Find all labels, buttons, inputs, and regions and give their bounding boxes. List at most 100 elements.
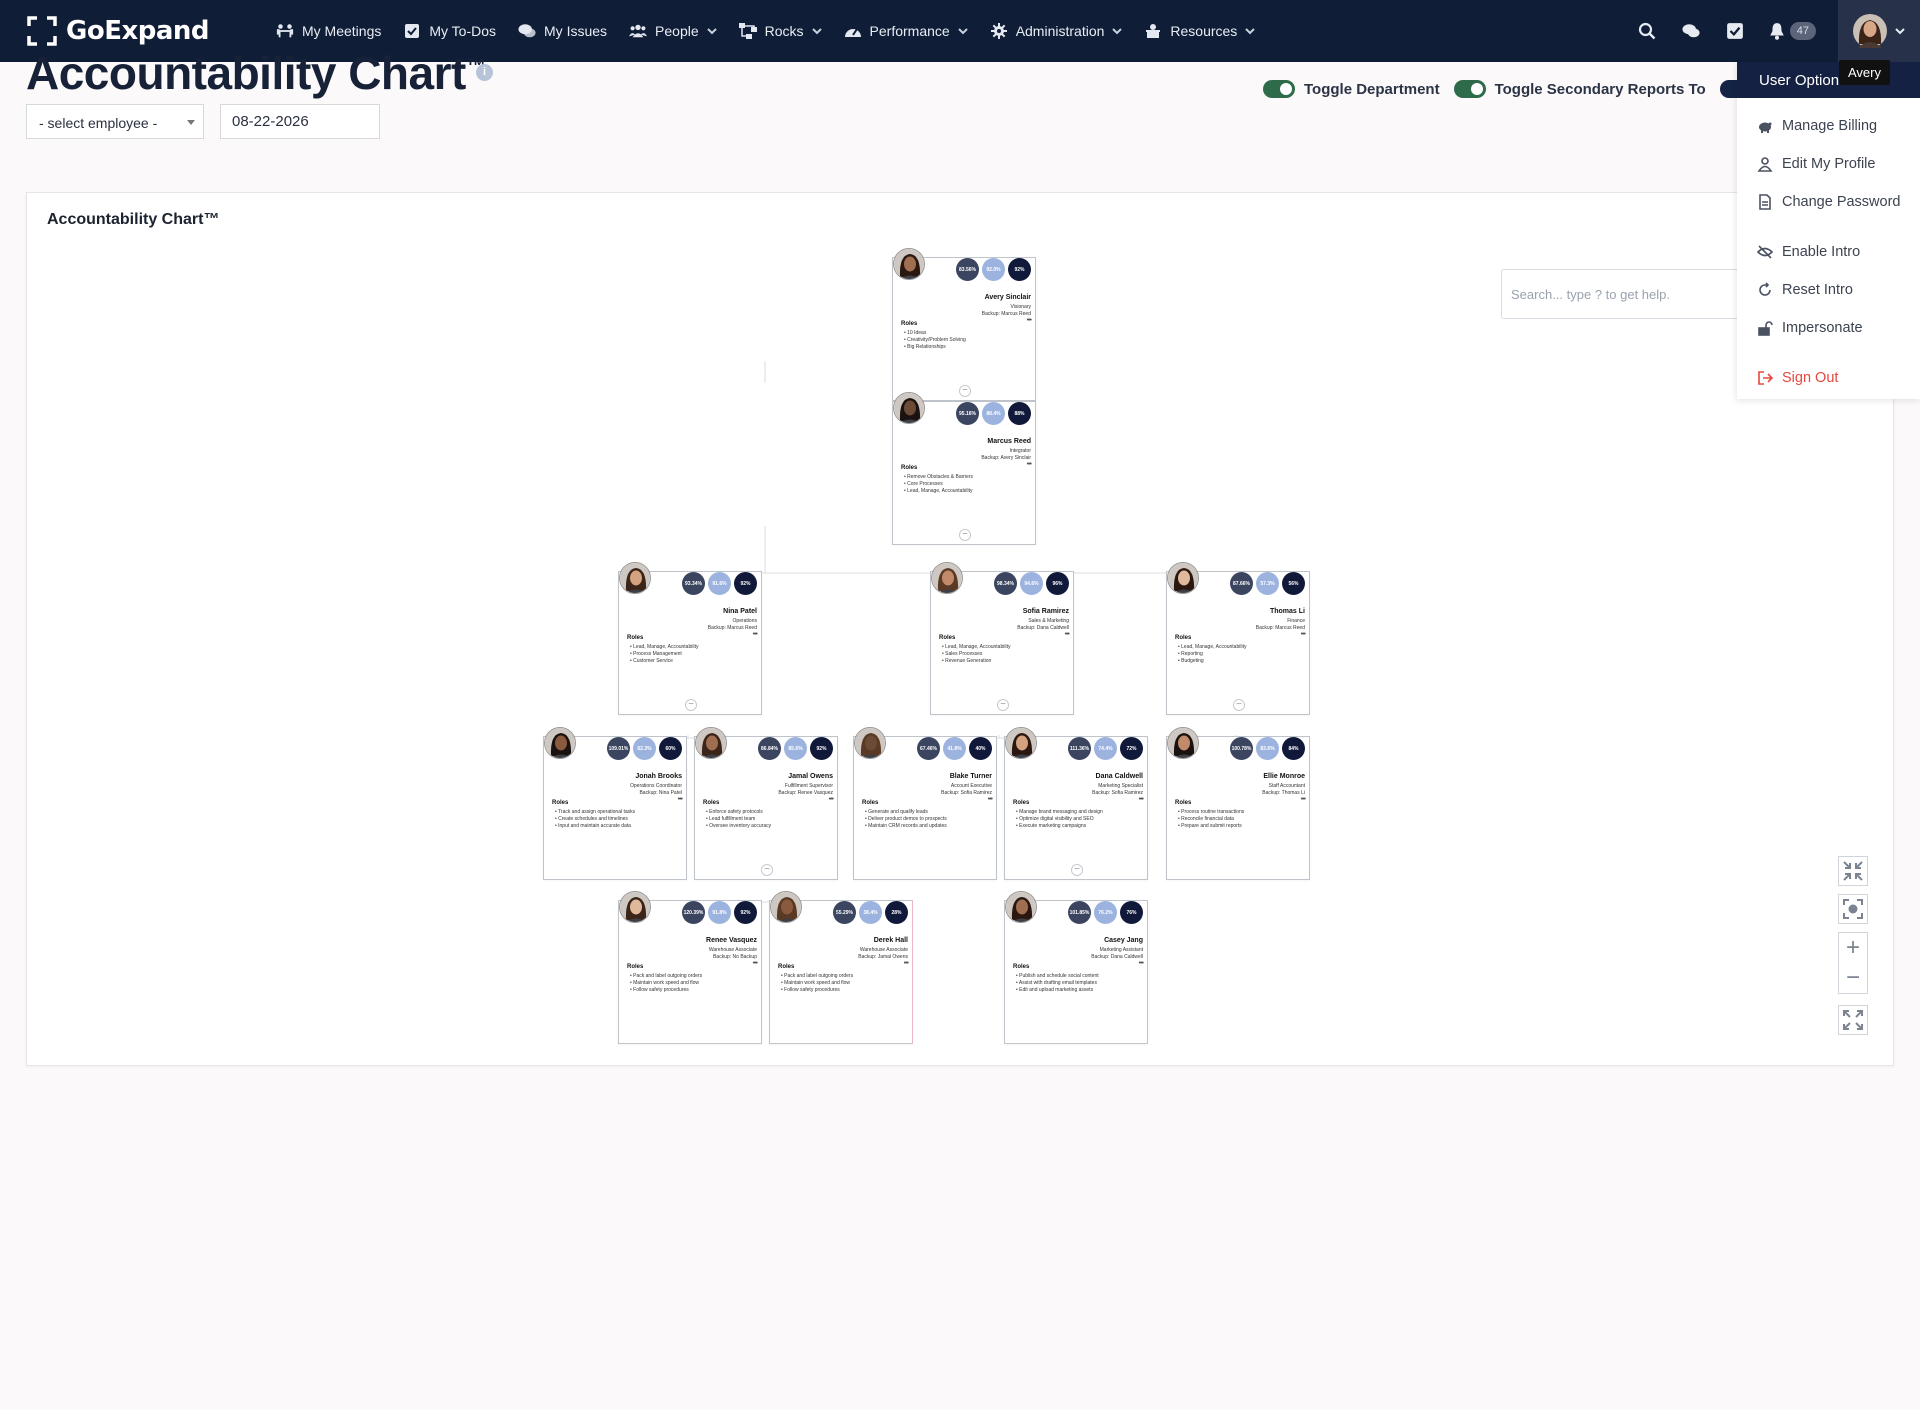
checkbox-icon: [405, 24, 420, 38]
menu-reset-intro[interactable]: Reset Intro: [1737, 271, 1920, 309]
notifications-button[interactable]: 47: [1768, 20, 1816, 42]
search-button[interactable]: [1636, 20, 1658, 42]
org-node-sofia[interactable]: 98.34% 94.6% 96% Sofia Ramirez Sales & Marke…: [930, 562, 1074, 715]
node-name: Derek Hall: [873, 937, 908, 944]
collapse-toggle-icon[interactable]: −: [685, 699, 697, 711]
nav-performance[interactable]: Performance: [844, 0, 968, 62]
menu-impersonate[interactable]: Impersonate: [1737, 309, 1920, 347]
more-options-icon[interactable]: •••: [1065, 631, 1070, 638]
nav-resources[interactable]: Resources: [1144, 0, 1256, 62]
chart-search-input[interactable]: Search... type ? to get help.: [1501, 269, 1751, 319]
toggle-secondary-reports[interactable]: Toggle Secondary Reports To: [1453, 80, 1706, 98]
date-field-value: 08-22-2026: [232, 113, 309, 130]
menu-change-password[interactable]: Change Password: [1737, 183, 1920, 221]
caret-down-icon: [187, 120, 195, 125]
metric-value: 56%: [1288, 580, 1299, 587]
role-item: Follow safety procedures: [781, 987, 853, 994]
info-icon[interactable]: i: [476, 64, 493, 81]
more-options-icon[interactable]: •••: [1139, 960, 1144, 967]
more-options-icon[interactable]: •••: [753, 631, 758, 638]
role-item: Deliver product demos to prospects: [865, 816, 947, 823]
nav-administration[interactable]: Administration: [990, 0, 1123, 62]
node-seat: Warehouse Associate Backup: No Backup: [709, 947, 757, 961]
node-seat-title: Integrator: [1009, 448, 1031, 454]
metric-value: 72%: [1126, 745, 1137, 752]
org-node-dana[interactable]: 111.36% 74.4% 72% Dana Caldwell Marketing Sp…: [1004, 727, 1148, 880]
org-node-nina[interactable]: 93.34% 91.6% 92% Nina Patel Operations Backup…: [618, 562, 762, 715]
avatar: [931, 562, 963, 594]
notification-count-badge: 47: [1789, 22, 1816, 40]
roles-list: Track and assign operational tasksCreate…: [555, 809, 635, 830]
todos-button[interactable]: [1724, 20, 1746, 42]
toggle-department[interactable]: Toggle Department: [1263, 80, 1440, 98]
org-node-blake[interactable]: 67.46% 41.8% 40% Blake Turner Account Execut…: [853, 727, 997, 880]
collapse-toggle-icon[interactable]: −: [959, 385, 971, 397]
toggle-secondary-reports-switch[interactable]: [1453, 80, 1486, 98]
collapse-toggle-icon[interactable]: −: [761, 864, 773, 876]
collapse-toggle-icon[interactable]: −: [1071, 864, 1083, 876]
more-options-icon[interactable]: •••: [1301, 631, 1306, 638]
box-icon: [1146, 24, 1161, 38]
menu-manage-billing-label: Manage Billing: [1782, 118, 1878, 134]
chat-icon: [518, 24, 536, 38]
node-name: Avery Sinclair: [984, 294, 1031, 301]
brand-logo[interactable]: GoExpand: [26, 15, 248, 47]
org-node-jonah[interactable]: 109.01% 62.3% 60% Jonah Brooks Operations Co…: [543, 727, 687, 880]
fit-view-button[interactable]: [1838, 856, 1868, 886]
fullscreen-button[interactable]: [1838, 1005, 1868, 1035]
zoom-in-button[interactable]: +: [1839, 933, 1867, 963]
metric-circle: 98.34%: [994, 572, 1017, 595]
collapse-toggle-icon[interactable]: −: [997, 699, 1009, 711]
role-item: Maintain CRM records and updates: [865, 823, 947, 830]
messages-button[interactable]: [1680, 20, 1702, 42]
org-node-renee[interactable]: 120.39% 91.8% 92% Renee Vasquez Warehouse As…: [618, 891, 762, 1044]
metric-value: 55.29%: [836, 909, 853, 916]
org-node-jamal[interactable]: 86.84% 85.6% 92% Jamal Owens Fulfillment Sup…: [694, 727, 838, 880]
employee-select[interactable]: - select employee -: [26, 104, 204, 139]
toggle-department-switch[interactable]: [1263, 80, 1295, 98]
more-options-icon[interactable]: •••: [753, 960, 758, 967]
checkbox-icon: [1726, 23, 1743, 39]
node-metrics: 101.85% 76.2% 76%: [1065, 901, 1143, 924]
more-options-icon[interactable]: •••: [829, 796, 834, 803]
more-options-icon[interactable]: •••: [1027, 461, 1032, 468]
org-node-derek[interactable]: 55.29% 38.4% 28% Derek Hall Warehouse Associ…: [769, 891, 913, 1044]
metric-value: 60%: [665, 745, 676, 752]
nav-people[interactable]: People: [629, 0, 717, 62]
user-avatar-button[interactable]: [1838, 0, 1920, 62]
menu-enable-intro[interactable]: Enable Intro: [1737, 233, 1920, 271]
nav-resources-label: Resources: [1170, 23, 1238, 39]
metric-circle: 57.3%: [1256, 572, 1279, 595]
center-view-button[interactable]: [1838, 894, 1868, 924]
zoom-out-button[interactable]: −: [1839, 963, 1867, 993]
org-chart-canvas[interactable]: 83.56% 92.0% 92% Avery Sinclair Visionary Bac…: [27, 193, 1895, 1067]
menu-manage-billing[interactable]: Manage Billing: [1737, 107, 1920, 145]
user-options-header: User Options: [1737, 62, 1920, 98]
menu-edit-profile[interactable]: Edit My Profile: [1737, 145, 1920, 183]
more-options-icon[interactable]: •••: [1301, 796, 1306, 803]
role-item: Lead, Manage, Accountability: [630, 644, 698, 651]
collapse-toggle-icon[interactable]: −: [1233, 699, 1245, 711]
more-options-icon[interactable]: •••: [678, 796, 683, 803]
org-node-ellie[interactable]: 100.78% 83.6% 84% Ellie Monroe Staff Account…: [1166, 727, 1310, 880]
org-node-marcus[interactable]: 95.16% 88.4% 88% Marcus Reed Integrator Backu…: [892, 392, 1036, 545]
more-options-icon[interactable]: •••: [1139, 796, 1144, 803]
chevron-down-icon: [706, 28, 717, 35]
role-item: Process routine transactions: [1178, 809, 1244, 816]
metric-value: 86.84%: [761, 745, 778, 752]
date-field[interactable]: 08-22-2026: [220, 104, 380, 139]
metric-circle: 101.85%: [1068, 901, 1091, 924]
org-node-avery[interactable]: 83.56% 92.0% 92% Avery Sinclair Visionary Bac…: [892, 248, 1036, 401]
org-node-casey[interactable]: 101.85% 76.2% 76% Casey Jang Marketing Assis…: [1004, 891, 1148, 1044]
metric-circle: 96%: [1046, 572, 1069, 595]
more-options-icon[interactable]: •••: [1027, 317, 1032, 324]
nav-rocks[interactable]: Rocks: [738, 0, 822, 62]
menu-sign-out[interactable]: Sign Out: [1737, 359, 1920, 397]
nav-my-issues[interactable]: My Issues: [518, 0, 607, 62]
node-name: Sofia Ramirez: [1022, 608, 1069, 615]
org-node-thomas[interactable]: 87.66% 57.3% 56% Thomas Li Finance Backup: Ma…: [1166, 562, 1310, 715]
more-options-icon[interactable]: •••: [988, 796, 993, 803]
refresh-icon: [1759, 282, 1771, 296]
collapse-toggle-icon[interactable]: −: [959, 529, 971, 541]
more-options-icon[interactable]: •••: [904, 960, 909, 967]
